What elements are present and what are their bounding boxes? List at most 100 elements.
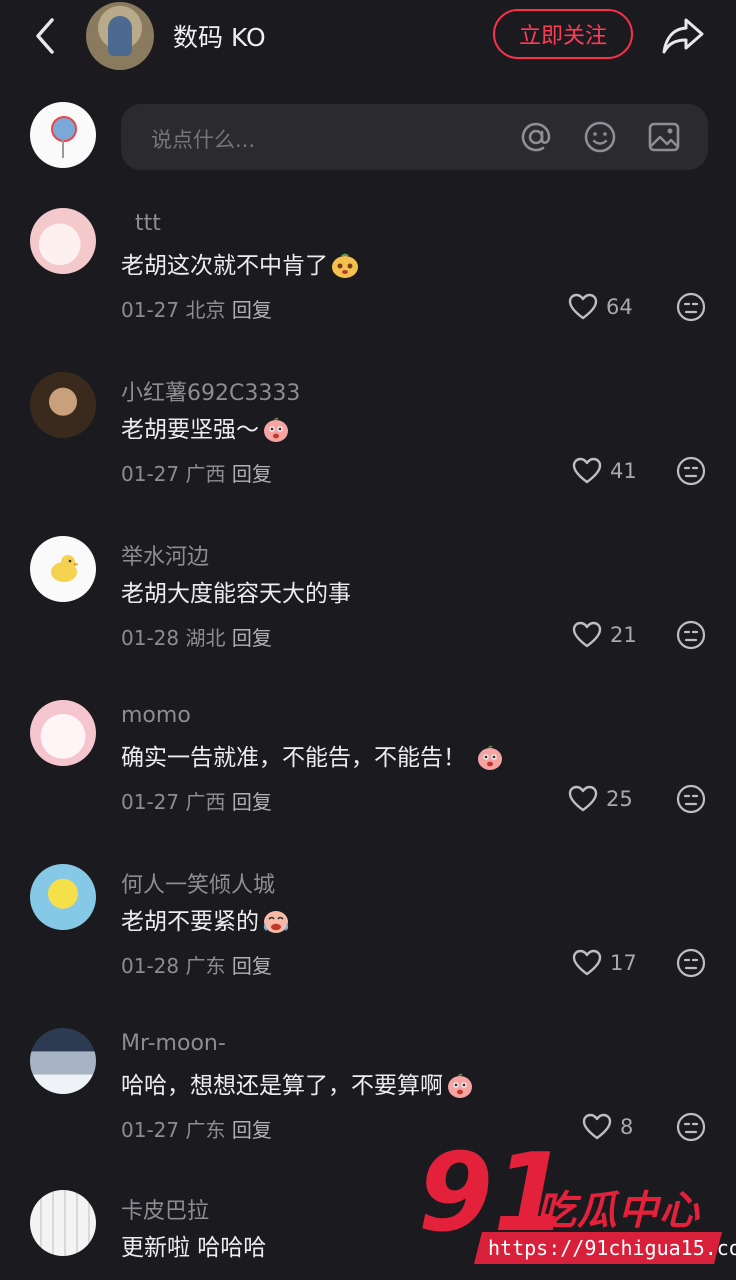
comment-text-content: 哈哈，想想还是算了，不要算啊 [121, 1073, 443, 1099]
comment-composer: 说点什么... [0, 100, 736, 176]
reply-button[interactable]: 回复 [232, 954, 272, 978]
avatar[interactable] [30, 536, 96, 602]
comment-date: 01-27 [121, 462, 180, 486]
comment-text-content: 老胡这次就不中肯了 [121, 253, 328, 279]
comment-text-content: 老胡要坚强～ [121, 417, 259, 443]
comment-region: 广东 [185, 1118, 226, 1142]
share-icon[interactable] [660, 12, 706, 58]
avatar[interactable] [30, 208, 96, 274]
heart-icon [582, 1113, 612, 1140]
comment-item: momo 确实一告就准，不能告，不能告！ 01-27 广西 回复 25 [0, 700, 736, 860]
comment-region: 广西 [185, 790, 226, 814]
my-avatar [30, 102, 96, 168]
at-mention-icon[interactable] [519, 120, 553, 154]
comment-meta: 01-28 广东 回复 [121, 950, 272, 979]
dislike-face-icon[interactable] [676, 948, 706, 978]
comment-username[interactable]: 小红薯692C3333 [121, 375, 300, 407]
follow-button[interactable]: 立即关注 [493, 9, 633, 59]
avatar[interactable] [30, 1028, 96, 1094]
like-count: 41 [610, 459, 637, 483]
reply-button[interactable]: 回复 [232, 462, 272, 486]
comment-region: 湖北 [185, 626, 226, 650]
comment-username[interactable]: momo [121, 703, 191, 728]
comment-meta: 01-28 湖北 回复 [121, 622, 272, 651]
comment-input-placeholder: 说点什么... [151, 128, 256, 152]
like-button[interactable]: 64 [568, 292, 633, 322]
dislike-face-icon[interactable] [676, 620, 706, 650]
comment-date: 01-28 [121, 626, 180, 650]
comment-item: 举水河边 老胡大度能容天大的事 01-28 湖北 回复 21 [0, 536, 736, 696]
comment-item: 何人一笑倾人城 老胡不要紧的 01-28 广东 回复 17 [0, 864, 736, 1024]
comment-text: 老胡这次就不中肯了 [121, 246, 360, 280]
comment-text: 老胡不要紧的 [121, 902, 291, 936]
comment-text: 确实一告就准，不能告，不能告！ [121, 738, 505, 772]
comment-date: 01-27 [121, 790, 180, 814]
like-button[interactable]: 41 [572, 456, 637, 486]
peach-face-emoji-icon [448, 1073, 472, 1098]
dislike-face-icon[interactable] [676, 456, 706, 486]
comment-text: 哈哈，想想还是算了，不要算啊 [121, 1066, 475, 1100]
comment-date: 01-27 [121, 1118, 180, 1142]
comment-meta: 01-27 北京 回复 [121, 294, 272, 323]
watermark-name: 吃瓜中心 [536, 1188, 700, 1234]
like-button[interactable]: 21 [572, 620, 637, 650]
comment-text-content: 老胡大度能容天大的事 [121, 581, 351, 607]
site-watermark: 91 吃瓜中心 https://91chigua15.com [418, 1140, 736, 1280]
reply-button[interactable]: 回复 [232, 626, 272, 650]
comment-region: 广东 [185, 954, 226, 978]
heart-icon [572, 621, 602, 648]
like-count: 8 [620, 1115, 634, 1139]
comment-username[interactable]: ttt [135, 211, 161, 236]
comment-text-content: 老胡不要紧的 [121, 909, 259, 935]
peach-face-emoji-icon [264, 417, 288, 442]
avatar[interactable] [30, 700, 96, 766]
like-count: 21 [610, 623, 637, 647]
emoji-picker-icon[interactable] [583, 120, 617, 154]
comment-input[interactable]: 说点什么... [121, 104, 708, 170]
comment-text: 老胡要坚强～ [121, 410, 291, 444]
comment-username[interactable]: 何人一笑倾人城 [121, 867, 275, 899]
comment-region: 北京 [185, 298, 226, 322]
comment-region: 广西 [185, 462, 226, 486]
comment-date: 01-27 [121, 298, 180, 322]
avatar[interactable] [30, 372, 96, 438]
dislike-face-icon[interactable] [676, 1112, 706, 1142]
comment-date: 01-28 [121, 954, 180, 978]
heart-icon [568, 293, 598, 320]
comment-text-content: 确实一告就准，不能告，不能告！ [121, 745, 466, 771]
dislike-face-icon[interactable] [676, 784, 706, 814]
comment-username[interactable]: 举水河边 [121, 539, 209, 571]
duck-avatar-icon [51, 555, 79, 582]
like-button[interactable]: 25 [568, 784, 633, 814]
reply-button[interactable]: 回复 [232, 298, 272, 322]
comment-text: 老胡大度能容天大的事 [121, 574, 351, 608]
top-bar: 数码 KO 立即关注 [0, 0, 736, 72]
avatar[interactable] [30, 1190, 96, 1256]
like-button[interactable]: 17 [572, 948, 637, 978]
like-count: 17 [610, 951, 637, 975]
watermark-url: https://91chigua15.com [488, 1236, 736, 1260]
comment-text: 更新啦 哈哈哈 [121, 1228, 266, 1262]
heart-icon [568, 785, 598, 812]
image-picker-icon[interactable] [647, 120, 681, 154]
reply-button[interactable]: 回复 [232, 1118, 272, 1142]
comment-meta: 01-27 广东 回复 [121, 1114, 272, 1143]
comment-item: 小红薯692C3333 老胡要坚强～ 01-27 广西 回复 41 [0, 372, 736, 532]
comment-text-content: 更新啦 哈哈哈 [121, 1235, 267, 1261]
heart-icon [572, 949, 602, 976]
avatar[interactable] [30, 864, 96, 930]
heart-icon [572, 457, 602, 484]
comment-meta: 01-27 广西 回复 [121, 786, 272, 815]
comment-meta: 01-27 广西 回复 [121, 458, 272, 487]
author-name[interactable]: 数码 KO [173, 18, 266, 54]
comment-username[interactable]: Mr-moon- [121, 1031, 226, 1056]
author-avatar[interactable] [86, 2, 154, 70]
comment-username[interactable]: 卡皮巴拉 [121, 1193, 209, 1225]
reply-button[interactable]: 回复 [232, 790, 272, 814]
dislike-face-icon[interactable] [676, 292, 706, 322]
like-button[interactable]: 8 [582, 1112, 633, 1142]
comment-item: ttt 老胡这次就不中肯了 01-27 北京 回复 64 [0, 208, 736, 368]
like-count: 64 [606, 295, 633, 319]
back-arrow-icon[interactable] [28, 14, 64, 58]
peach-face-emoji-icon [478, 745, 503, 770]
